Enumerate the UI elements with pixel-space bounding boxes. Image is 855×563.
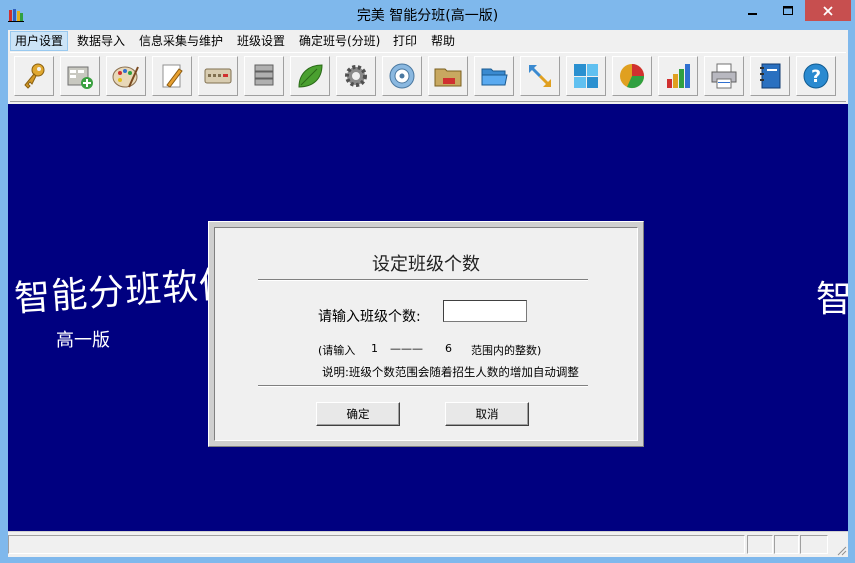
- open-folder-icon: [481, 68, 508, 86]
- minimize-button[interactable]: [736, 0, 770, 21]
- menu-help[interactable]: 帮助: [427, 32, 459, 50]
- range-min: 1: [371, 342, 378, 355]
- bar-chart-icon: [667, 64, 690, 88]
- cancel-button[interactable]: 取消: [445, 402, 529, 426]
- brand-title-left: 智能分班软件: [13, 263, 238, 321]
- add-record-icon: [67, 66, 93, 89]
- printer-icon: [711, 63, 737, 89]
- tiles-button[interactable]: [566, 56, 606, 96]
- resize-grip-icon[interactable]: [835, 544, 847, 556]
- set-class-count-dialog: 设定班级个数 请输入班级个数: (请输入 1 ——— 6 范围内的整数) 说明:…: [208, 221, 644, 447]
- range-dash: ———: [390, 342, 423, 355]
- gear-icon: [345, 65, 367, 87]
- menu-data-import[interactable]: 数据导入: [73, 32, 129, 50]
- status-pane-1: [747, 535, 773, 554]
- range-max: 6: [445, 342, 452, 355]
- brand-title-right: 智: [816, 279, 848, 320]
- brand-subtitle: 高一版: [56, 330, 110, 351]
- edit-button[interactable]: [152, 56, 192, 96]
- disc-icon: [389, 63, 415, 89]
- range-suffix: 范围内的整数): [471, 344, 542, 357]
- open-folder-button[interactable]: [474, 56, 514, 96]
- menu-info-collection[interactable]: 信息采集与维护: [135, 32, 227, 50]
- palette-button[interactable]: [106, 56, 146, 96]
- toolbar: ?: [10, 52, 846, 102]
- database-button[interactable]: [244, 56, 284, 96]
- folder-icon: [434, 68, 462, 87]
- notebook-button[interactable]: [750, 56, 790, 96]
- ok-button[interactable]: 确定: [316, 402, 400, 426]
- title-bar[interactable]: 完美 智能分班(高一版): [0, 0, 855, 30]
- svg-text:?: ?: [811, 67, 821, 87]
- app-window: 完美 智能分班(高一版) 用户设置 数据导入 信息采集与维护 班级设置 确定班号…: [0, 0, 855, 563]
- add-record-button[interactable]: [60, 56, 100, 96]
- keyboard-button[interactable]: [198, 56, 238, 96]
- menu-user-settings[interactable]: 用户设置: [10, 31, 69, 51]
- button-divider: [258, 385, 588, 387]
- minimize-icon: [748, 12, 757, 15]
- folder-button[interactable]: [428, 56, 468, 96]
- dialog-note: 说明:班级个数范围会随着招生人数的增加自动调整: [322, 365, 579, 379]
- range-prefix: (请输入: [318, 344, 356, 357]
- status-pane-main: [8, 535, 745, 554]
- close-icon: [823, 5, 833, 16]
- keyboard-icon: [204, 68, 232, 84]
- dialog-title: 设定班级个数: [372, 254, 480, 275]
- arrows-button[interactable]: [520, 56, 560, 96]
- title-divider: [258, 279, 588, 281]
- menu-class-settings[interactable]: 班级设置: [233, 32, 289, 50]
- menu-assign-class[interactable]: 确定班号(分班): [295, 32, 384, 50]
- printer-button[interactable]: [704, 56, 744, 96]
- workspace: 智能分班软件 高一版 智 设定班级个数 请输入班级个数: (请输入 1 ——— …: [8, 104, 848, 531]
- status-pane-3: [800, 535, 828, 554]
- key-button[interactable]: [14, 56, 54, 96]
- leaf-icon: [298, 64, 323, 88]
- menu-print[interactable]: 打印: [389, 32, 421, 50]
- pie-chart-icon: [620, 64, 645, 89]
- close-button[interactable]: [805, 0, 851, 21]
- status-bar: [8, 531, 848, 557]
- class-count-input[interactable]: [443, 300, 527, 322]
- edit-icon: [162, 64, 183, 88]
- pie-chart-button[interactable]: [612, 56, 652, 96]
- arrows-icon: [528, 64, 552, 88]
- gear-button[interactable]: [336, 56, 376, 96]
- dialog-body: 设定班级个数 请输入班级个数: (请输入 1 ——— 6 范围内的整数) 说明:…: [214, 227, 638, 441]
- bar-chart-button[interactable]: [658, 56, 698, 96]
- database-icon: [254, 64, 274, 86]
- palette-icon: [112, 66, 139, 88]
- maximize-button[interactable]: [771, 0, 805, 21]
- help-button[interactable]: ?: [796, 56, 836, 96]
- leaf-button[interactable]: [290, 56, 330, 96]
- key-icon: [24, 63, 45, 89]
- tiles-icon: [574, 64, 598, 88]
- disc-button[interactable]: [382, 56, 422, 96]
- client-area: 用户设置 数据导入 信息采集与维护 班级设置 确定班号(分班) 打印 帮助 ? …: [8, 30, 848, 557]
- maximize-icon: [783, 5, 793, 15]
- help-icon: ?: [803, 63, 829, 89]
- window-title: 完美 智能分班(高一版): [356, 8, 499, 24]
- status-pane-2: [774, 535, 799, 554]
- class-count-label: 请输入班级个数:: [318, 309, 421, 325]
- notebook-icon: [760, 63, 781, 89]
- menu-bar: 用户设置 数据导入 信息采集与维护 班级设置 确定班号(分班) 打印 帮助: [8, 30, 848, 51]
